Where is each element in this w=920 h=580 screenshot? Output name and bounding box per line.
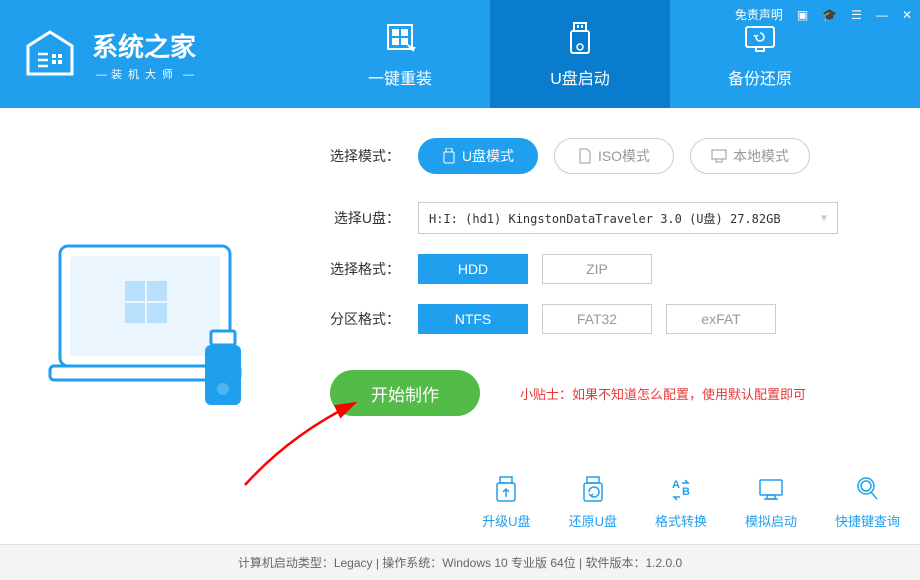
usb-select-dropdown[interactable]: H:I: (hd1) KingstonDataTraveler 3.0 (U盘)…: [418, 202, 838, 234]
iso-small-icon: [578, 148, 592, 164]
tab-usbboot-label: U盘启动: [550, 65, 610, 89]
app-title: 系统之家: [92, 27, 198, 64]
partition-label: 分区格式：: [310, 309, 400, 329]
mode-iso-button[interactable]: ISO模式: [554, 138, 674, 174]
mode-local-button[interactable]: 本地模式: [690, 138, 810, 174]
reinstall-icon: [380, 19, 420, 59]
action-convert[interactable]: AB 格式转换: [655, 475, 707, 530]
start-row: 开始制作 小贴士：如果不知道怎么配置，使用默认配置即可: [330, 370, 880, 416]
action-upgrade-label: 升级U盘: [482, 511, 530, 530]
mode-label: 选择模式：: [310, 146, 400, 166]
action-simulate-label: 模拟启动: [745, 511, 797, 530]
app-subtitle: 装机大师: [92, 66, 198, 82]
action-upgrade[interactable]: 升级U盘: [482, 475, 530, 530]
partition-row: 分区格式： NTFS FAT32 exFAT: [310, 304, 880, 334]
settings-icon[interactable]: ☰: [851, 8, 862, 22]
status-bar: 计算机启动类型：Legacy | 操作系统：Windows 10 专业版 64位…: [0, 544, 920, 580]
action-restore[interactable]: 还原U盘: [569, 475, 617, 530]
backup-icon: [740, 19, 780, 59]
partition-ntfs-button[interactable]: NTFS: [418, 304, 528, 334]
upgrade-usb-icon: [491, 475, 521, 505]
illustration-panel: [0, 108, 310, 544]
convert-icon: AB: [666, 475, 696, 505]
partition-exfat-button[interactable]: exFAT: [666, 304, 776, 334]
usb-select-label: 选择U盘：: [310, 208, 400, 228]
action-convert-label: 格式转换: [655, 511, 707, 530]
start-button[interactable]: 开始制作: [330, 370, 480, 416]
laptop-usb-illustration: [40, 216, 270, 436]
action-shortcut[interactable]: 快捷键查询: [835, 475, 900, 530]
tab-backup-label: 备份还原: [728, 65, 792, 89]
partition-fat32-button[interactable]: FAT32: [542, 304, 652, 334]
svg-text:A: A: [672, 479, 680, 491]
shortcut-icon: [852, 475, 882, 505]
format-hdd-button[interactable]: HDD: [418, 254, 528, 284]
restore-usb-icon: [578, 475, 608, 505]
tab-reinstall-label: 一键重装: [368, 65, 432, 89]
svg-text:B: B: [682, 486, 690, 498]
usb-select-value: H:I: (hd1) KingstonDataTraveler 3.0 (U盘)…: [429, 210, 781, 227]
usb-small-icon: [442, 148, 456, 164]
mode-usb-button[interactable]: U盘模式: [418, 138, 538, 174]
tab-reinstall[interactable]: 一键重装: [310, 0, 490, 108]
local-small-icon: [711, 149, 727, 163]
action-simulate[interactable]: 模拟启动: [745, 475, 797, 530]
app-logo-icon: [20, 24, 80, 84]
status-text: 计算机启动类型：Legacy | 操作系统：Windows 10 专业版 64位…: [238, 554, 682, 571]
usb-icon: [560, 19, 600, 59]
bottom-actions: 升级U盘 还原U盘 AB 格式转换 模拟启动 快捷键查询: [482, 475, 900, 530]
disclaimer-link[interactable]: 免责声明: [735, 6, 783, 23]
close-icon[interactable]: ✕: [902, 8, 912, 22]
mode-iso-label: ISO模式: [598, 146, 650, 166]
action-restore-label: 还原U盘: [569, 511, 617, 530]
tab-usbboot[interactable]: U盘启动: [490, 0, 670, 108]
tip-text-wrap: 小贴士：如果不知道怎么配置，使用默认配置即可: [520, 384, 806, 403]
minimize-icon[interactable]: —: [876, 8, 888, 22]
tip-content: 如果不知道怎么配置，使用默认配置即可: [572, 387, 806, 402]
graduation-icon[interactable]: 🎓: [822, 8, 837, 22]
action-shortcut-label: 快捷键查询: [835, 511, 900, 530]
usb-select-row: 选择U盘： H:I: (hd1) KingstonDataTraveler 3.…: [310, 202, 880, 234]
mode-local-label: 本地模式: [733, 146, 789, 166]
format-label: 选择格式：: [310, 259, 400, 279]
report-icon[interactable]: ▣: [797, 8, 808, 22]
window-controls: 免责声明 ▣ 🎓 ☰ — ✕: [735, 6, 912, 23]
mode-row: 选择模式： U盘模式 ISO模式 本地模式: [310, 138, 880, 174]
app-header: 系统之家 装机大师 一键重装 U盘启动: [0, 0, 920, 108]
format-row: 选择格式： HDD ZIP: [310, 254, 880, 284]
tip-label: 小贴士：: [520, 387, 572, 402]
format-zip-button[interactable]: ZIP: [542, 254, 652, 284]
simulate-icon: [756, 475, 786, 505]
logo-area: 系统之家 装机大师: [0, 0, 310, 108]
mode-usb-label: U盘模式: [462, 146, 514, 166]
